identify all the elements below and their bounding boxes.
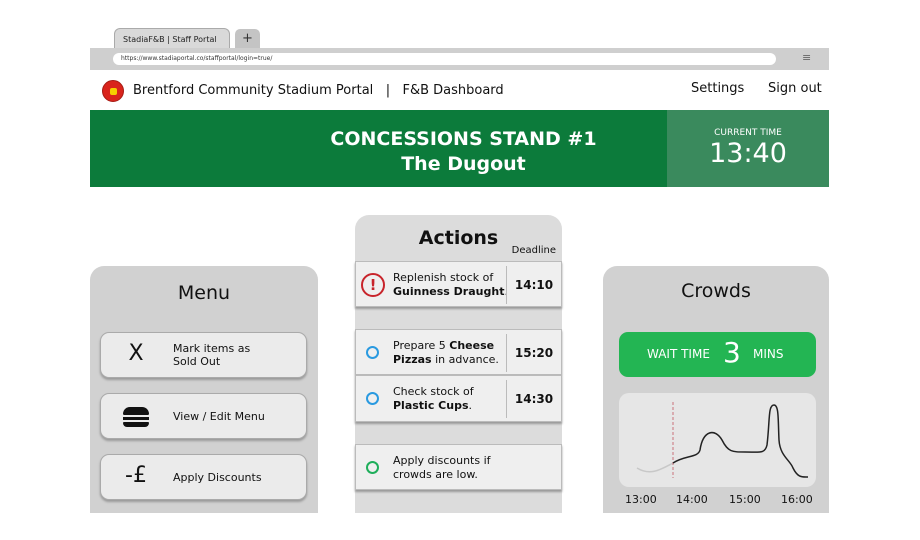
past-crowd-line: [636, 462, 674, 473]
x-tick-label: 13:00: [625, 493, 657, 506]
x-tick-label: 15:00: [729, 493, 761, 506]
x-tick-label: 14:00: [676, 493, 708, 506]
crowd-graph-lines: [636, 402, 809, 478]
forecast-crowd-line: [672, 404, 809, 478]
x-tick-label: 16:00: [781, 493, 813, 506]
